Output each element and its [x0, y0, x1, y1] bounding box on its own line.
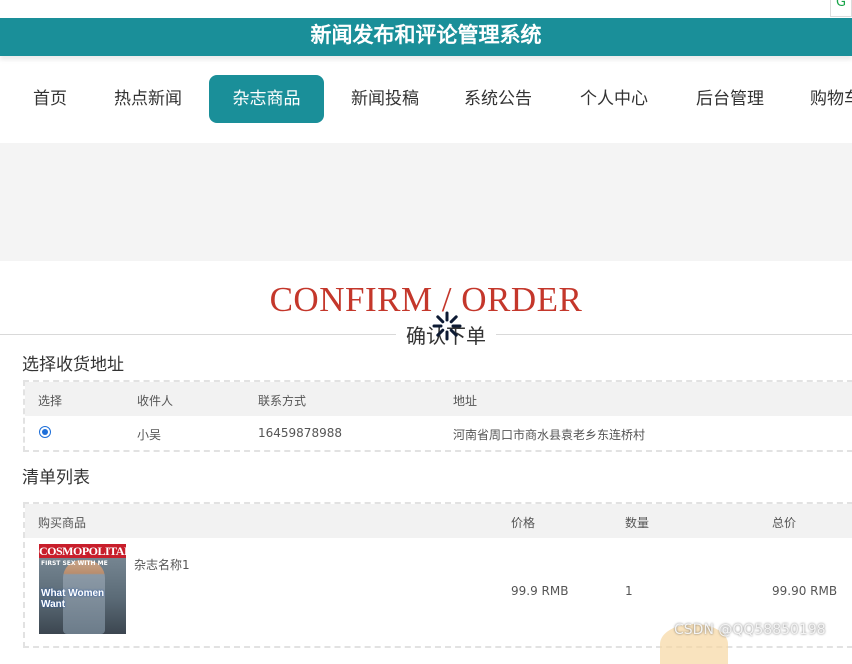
address-section-title: 选择收货地址	[22, 355, 124, 375]
address-value: 河南省周口市商水县袁老乡东连桥村	[453, 428, 646, 442]
address-table-header: 选择 收件人 联系方式 地址	[25, 382, 852, 416]
col-qty: 数量	[625, 516, 650, 530]
address-table: 选择 收件人 联系方式 地址 小吴 16459878988 河南省周口市商水县袁…	[23, 380, 852, 452]
total-value: 99.90 RMB	[772, 584, 838, 598]
nav-item-home[interactable]: 首页	[32, 75, 68, 123]
col-product: 购买商品	[38, 516, 87, 530]
cover-masthead: COSMOPOLITAN	[39, 544, 126, 558]
nav-item-hot-news[interactable]: 热点新闻	[112, 75, 184, 123]
cover-small-text: FIRST SEX WITH ME	[41, 560, 108, 567]
col-address: 地址	[453, 394, 478, 408]
items-section-title: 清单列表	[22, 468, 90, 488]
nav-item-personal-center[interactable]: 个人中心	[578, 75, 650, 123]
nav-item-magazine-products[interactable]: 杂志商品	[209, 75, 324, 123]
col-price: 价格	[511, 516, 536, 530]
cover-headline: What Women Want	[41, 588, 105, 610]
qty-value: 1	[625, 584, 633, 598]
site-header: 新闻发布和评论管理系统	[0, 18, 852, 56]
grammar-check-icon[interactable]: G	[830, 0, 852, 17]
col-recipient: 收件人	[137, 394, 174, 408]
product-name[interactable]: 杂志名称1	[134, 556, 190, 573]
watermark: CSDN @QQ58850198	[674, 622, 826, 638]
nav-item-cart[interactable]: 购物车	[810, 75, 852, 123]
magazine-cover-image[interactable]: COSMOPOLITAN FIRST SEX WITH ME What Wome…	[39, 544, 126, 634]
col-total: 总价	[772, 516, 797, 530]
recipient-value: 小吴	[137, 428, 162, 442]
main-nav: 首页 热点新闻 杂志商品 新闻投稿 系统公告 个人中心 后台管理 购物车	[0, 60, 852, 140]
page-title-en: CONFIRM / ORDER	[269, 280, 583, 319]
contact-value: 16459878988	[258, 426, 342, 440]
nav-item-admin[interactable]: 后台管理	[694, 75, 766, 123]
banner-area	[0, 143, 852, 261]
loading-spinner-icon	[432, 311, 462, 341]
col-select: 选择	[38, 394, 63, 408]
nav-item-announcements[interactable]: 系统公告	[462, 75, 534, 123]
price-value: 99.9 RMB	[511, 584, 569, 598]
items-table-header: 购买商品 价格 数量 总价	[25, 504, 852, 538]
browser-topbar: G	[0, 0, 852, 18]
col-contact: 联系方式	[258, 394, 307, 408]
site-title: 新闻发布和评论管理系统	[310, 23, 542, 47]
nav-item-news-submission[interactable]: 新闻投稿	[349, 75, 421, 123]
address-radio[interactable]	[39, 426, 51, 438]
table-row[interactable]: 小吴 16459878988 河南省周口市商水县袁老乡东连桥村	[25, 416, 852, 450]
